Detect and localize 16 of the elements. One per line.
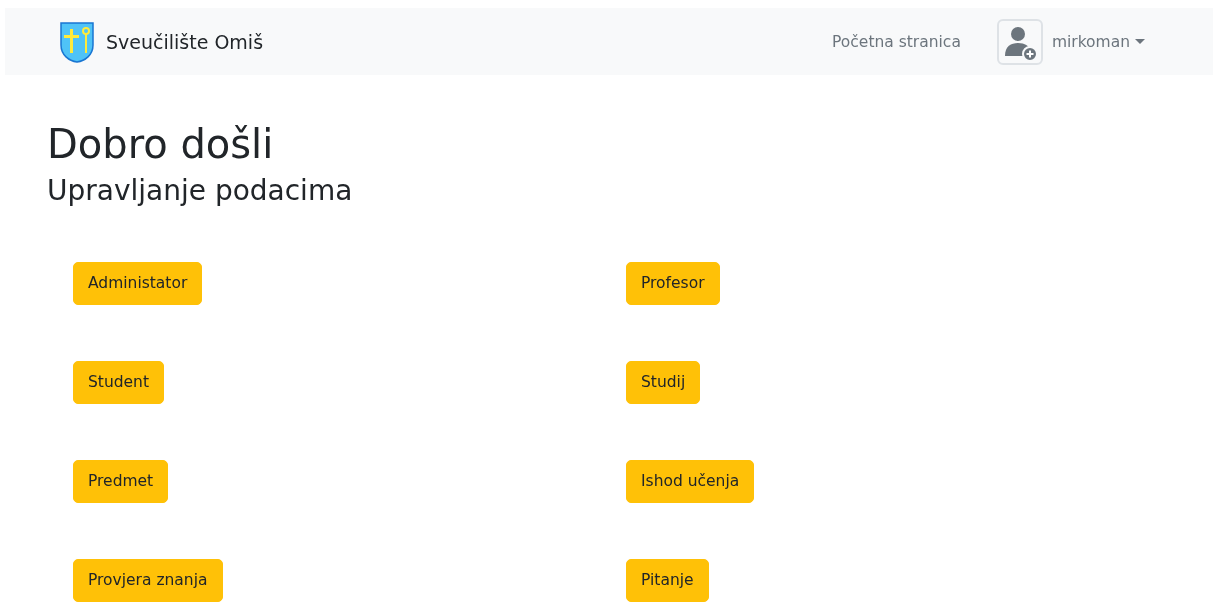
page-title: Dobro došli — [47, 122, 275, 166]
brand-link[interactable]: Sveučilište Omiš — [106, 30, 264, 53]
user-avatar-icon[interactable] — [996, 18, 1043, 65]
menu-button[interactable]: Studij — [626, 360, 701, 404]
menu-button[interactable]: Profesor — [626, 261, 720, 305]
shield-icon — [59, 20, 95, 63]
menu-button[interactable]: Administator — [73, 261, 203, 305]
menu-button[interactable]: Student — [73, 360, 165, 404]
user-menu-toggle[interactable]: mirkoman — [1051, 32, 1145, 51]
menu-button[interactable]: Ishod učenja — [626, 459, 755, 503]
menu-button[interactable]: Predmet — [73, 459, 169, 503]
menu-button[interactable]: Provjera znanja — [73, 558, 223, 602]
menu-button[interactable]: Pitanje — [626, 558, 709, 602]
caret-icon — [1135, 38, 1145, 45]
section-title: Upravljanje podacima — [47, 174, 354, 208]
nav-link[interactable]: Početna stranica — [832, 32, 961, 51]
